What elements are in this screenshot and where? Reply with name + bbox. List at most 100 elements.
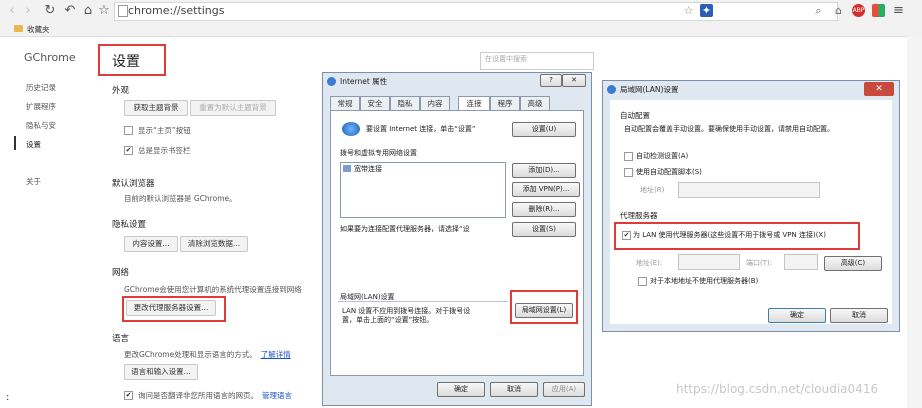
forward-icon[interactable]: › <box>20 2 36 20</box>
proxy-heading: 代理服务器 <box>620 211 658 220</box>
language-desc-text: 更改GChrome处理和显示语言的方式。 <box>124 350 257 359</box>
language-settings-button[interactable]: 语言和输入设置... <box>124 364 198 380</box>
translate-text: 询问是否翻译非您所用语言的网页。 <box>138 391 258 400</box>
proxy-port-input[interactable] <box>784 254 818 270</box>
use-proxy-checkbox[interactable]: ✔ <box>622 231 631 240</box>
back-icon[interactable]: ‹ <box>4 2 20 20</box>
clear-data-button[interactable]: 清除浏览数据... <box>180 236 248 252</box>
proxy-port-label: 端口(T): <box>746 259 773 267</box>
adblock-icon[interactable]: ABP <box>852 4 865 17</box>
proxy-text: 如果要为连接配置代理服务器，请选择“设 <box>340 225 470 233</box>
show-bookmarks-checkbox[interactable]: ✔ <box>124 146 133 155</box>
bypass-checkbox[interactable] <box>638 277 647 286</box>
add-button[interactable]: 添加(D)... <box>512 163 576 178</box>
add-vpn-button[interactable]: 添加 VPN(P)... <box>512 182 580 197</box>
extension-icon[interactable]: ✦ <box>700 4 713 17</box>
menu-icon[interactable]: ≡ <box>892 4 905 17</box>
show-home-label: 显示“主页”按钮 <box>138 126 191 135</box>
star-icon[interactable]: ☆ <box>96 2 112 20</box>
page-icon <box>118 5 128 17</box>
content-settings-button[interactable]: 内容设置... <box>124 236 178 252</box>
reset-theme-button[interactable]: 重置为默认主题背景 <box>190 100 276 116</box>
get-theme-button[interactable]: 获取主题背景 <box>124 100 188 116</box>
help-icon[interactable]: ? <box>540 74 562 87</box>
lan-globe-icon <box>607 85 616 94</box>
advanced-button[interactable]: 高级(C) <box>824 256 882 271</box>
nav-item-settings[interactable]: 设置 <box>26 139 41 150</box>
close-icon[interactable]: ✕ <box>562 74 586 87</box>
network-desc: GChrome会使用您计算机的系统代理设置连接到网络 <box>124 285 302 294</box>
auto-detect-checkbox[interactable] <box>624 152 633 161</box>
tab-privacy[interactable]: 隐私 <box>390 96 420 110</box>
reload-icon[interactable]: ↻ <box>42 2 58 20</box>
inet-apply-button[interactable]: 应用(A) <box>543 382 585 397</box>
manage-languages-link[interactable]: 管理语言 <box>262 391 292 400</box>
extension-color-icon[interactable] <box>872 4 885 17</box>
nav-item-privacy[interactable]: 隐私与安 <box>26 120 56 131</box>
home-icon[interactable]: ⌂ <box>80 2 96 20</box>
internet-globe-icon <box>327 77 336 86</box>
nav-selected-indicator <box>14 136 16 150</box>
connection-icon <box>343 165 351 172</box>
bookmarks-bar <box>0 22 922 37</box>
inet-tabs: 常规 安全 隐私 内容 连接 程序 高级 <box>330 96 582 110</box>
use-script-label: 使用自动配置脚本(S) <box>636 168 702 176</box>
auto-config-desc: 自动配置会覆盖手动设置。要确保使用手动设置，请禁用自动配置。 <box>624 125 834 133</box>
setup-text: 要设置 Internet 连接，单击“设置” <box>366 125 476 133</box>
proxy-address-label: 地址(E): <box>636 259 663 267</box>
page-scrollbar[interactable] <box>907 36 922 408</box>
default-browser-heading: 默认浏览器 <box>112 179 155 189</box>
tab-general[interactable]: 常规 <box>330 96 360 110</box>
setup-globe-icon <box>342 122 360 136</box>
remove-button[interactable]: 删除(R)... <box>512 202 576 217</box>
dialup-heading: 拨号和虚拟专用网络设置 <box>340 149 417 157</box>
watermark-text: https://blog.csdn.net/cloudia0416 <box>676 382 879 396</box>
url-text: chrome://settings <box>128 4 225 17</box>
tab-security[interactable]: 安全 <box>360 96 390 110</box>
default-browser-desc: 目前的默认浏览器是 GChrome。 <box>124 194 237 203</box>
nav-item-about[interactable]: 关于 <box>26 176 41 187</box>
show-bookmarks-label: 总是显示书签栏 <box>138 146 191 155</box>
inet-cancel-button[interactable]: 取消 <box>490 382 538 397</box>
dialup-item[interactable]: 宽带连接 <box>354 164 382 174</box>
lock-icon[interactable]: ⌂ <box>832 4 845 17</box>
change-proxy-button[interactable]: 更改代理服务器设置... <box>126 300 216 316</box>
bookmark-folder[interactable]: 收藏夹 <box>27 24 50 35</box>
translate-label: 询问是否翻译非您所用语言的网页。 管理语言 <box>138 390 292 401</box>
undo-icon[interactable]: ↶ <box>62 2 78 20</box>
page-title: 设置 <box>112 54 140 70</box>
tab-content[interactable]: 内容 <box>420 96 450 110</box>
learn-more-link[interactable]: 了解详情 <box>261 350 291 359</box>
settings-button[interactable]: 设置(S) <box>512 222 576 237</box>
auto-config-heading: 自动配置 <box>620 111 650 120</box>
inet-ok-button[interactable]: 确定 <box>437 382 485 397</box>
auto-detect-label: 自动检测设置(A) <box>636 152 689 160</box>
privacy-heading: 隐私设置 <box>112 220 147 230</box>
tab-advanced[interactable]: 高级 <box>520 96 550 110</box>
tab-programs[interactable]: 程序 <box>490 96 520 110</box>
lan-close-icon[interactable]: ✕ <box>864 82 894 96</box>
script-address-input[interactable] <box>678 182 820 198</box>
lan-cancel-button[interactable]: 取消 <box>830 308 888 323</box>
lan-title: 局域网(LAN)设置 <box>620 85 679 94</box>
bookmark-star-icon[interactable]: ☆ <box>682 4 695 17</box>
inet-title: Internet 属性 <box>340 77 388 86</box>
lan-divider <box>338 301 508 302</box>
script-address-label: 地址(R) <box>640 186 665 194</box>
translate-checkbox[interactable]: ✔ <box>124 391 133 400</box>
use-script-checkbox[interactable] <box>624 168 633 177</box>
show-home-checkbox[interactable] <box>124 126 133 135</box>
colon-mark: : <box>6 392 10 403</box>
setup-button[interactable]: 设置(U) <box>512 122 576 137</box>
search-icon[interactable]: ⌕ <box>812 4 825 17</box>
network-heading: 网络 <box>112 268 130 278</box>
tab-connections[interactable]: 连接 <box>458 96 490 110</box>
appearance-heading: 外观 <box>112 86 130 96</box>
language-heading: 语言 <box>112 334 130 344</box>
settings-search-input[interactable]: 在设置中搜索 <box>480 52 594 70</box>
proxy-address-input[interactable] <box>678 254 740 270</box>
lan-ok-button[interactable]: 确定 <box>768 308 826 323</box>
lan-settings-button[interactable]: 局域网设置(L) <box>515 303 573 318</box>
nav-item-history[interactable]: 历史记录 <box>26 82 56 93</box>
nav-item-extensions[interactable]: 扩展程序 <box>26 101 56 112</box>
